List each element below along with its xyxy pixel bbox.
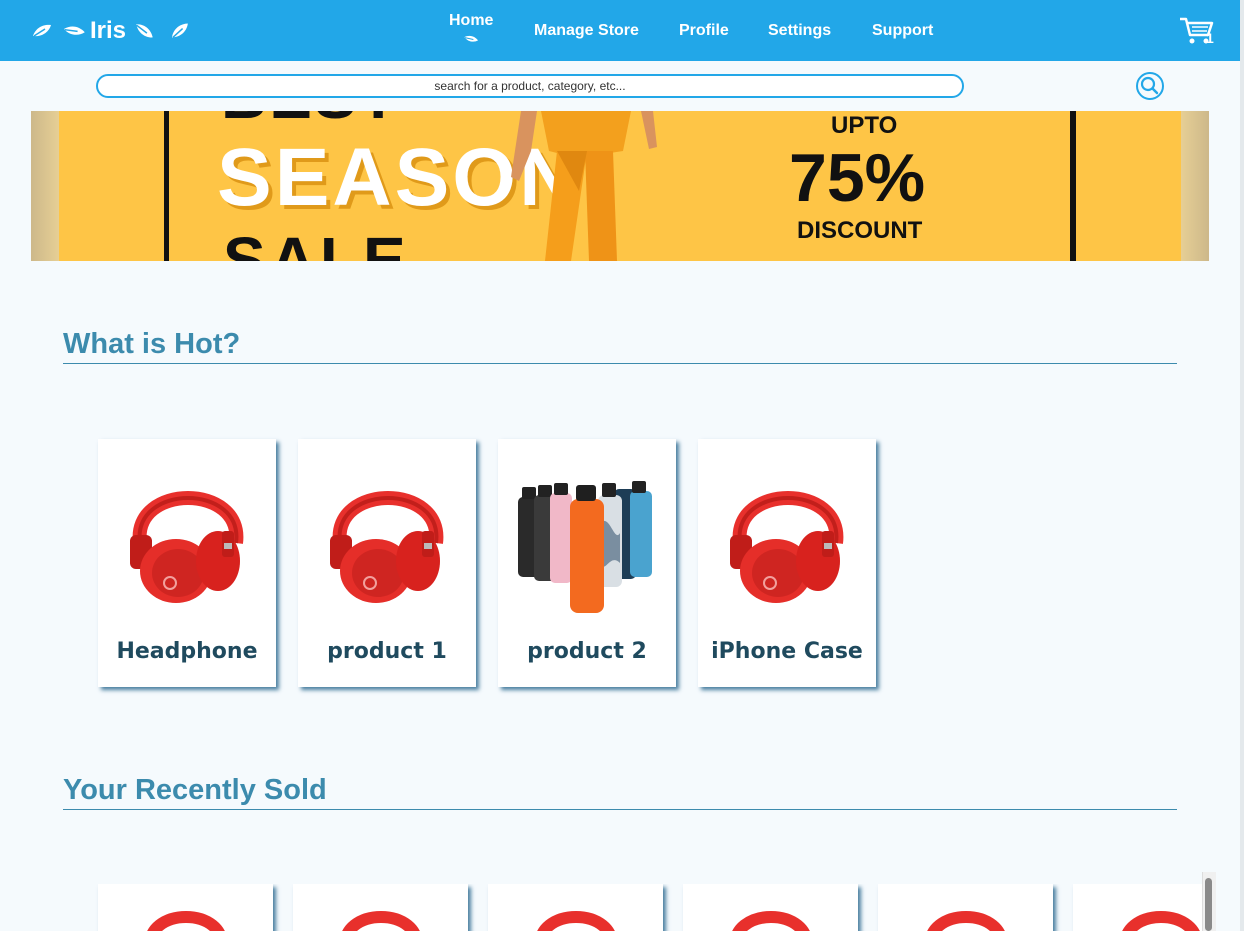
product-card-iphone-case[interactable]: iPhone Case [698,439,876,687]
leaf-icon [30,19,54,43]
leaf-icon [166,17,194,45]
banner-frame [164,111,169,261]
banner-discount: DISCOUNT [797,217,923,244]
banner-line-best: BEST [221,111,400,133]
nav-home-label: Home [449,12,494,29]
banner-model-image [511,111,657,261]
search-input[interactable] [96,74,964,98]
product-image [718,453,858,613]
banner-percent: 75% [789,140,926,216]
page-edge [1240,0,1244,931]
sold-card[interactable] [683,884,858,931]
nav-profile[interactable]: Profile [679,22,729,40]
product-card-product-2[interactable]: product 2 [498,439,676,687]
product-name: iPhone Case [711,639,863,664]
nav-settings[interactable]: Settings [768,22,831,40]
product-image [342,911,420,931]
product-card-headphone[interactable]: Headphone [98,439,276,687]
product-image [118,453,258,613]
product-card-product-1[interactable]: product 1 [298,439,476,687]
search-icon[interactable] [1135,71,1165,101]
banner-frame [1070,111,1076,261]
recently-sold-list [0,884,1215,931]
product-image [927,911,1005,931]
product-image [518,453,658,613]
nav-home[interactable]: Home [449,12,493,47]
product-image [1122,911,1200,931]
section-title-hot: What is Hot? [63,327,1177,364]
sold-card[interactable] [878,884,1053,931]
product-image [147,911,225,931]
product-name: product 2 [527,639,647,664]
product-image [537,911,615,931]
leaf-icon [129,16,160,47]
sold-card[interactable] [98,884,273,931]
nav-manage-store[interactable]: Manage Store [534,22,639,40]
cart-count-badge: 1 [1206,30,1214,46]
product-image [732,911,810,931]
product-name: Headphone [116,639,258,664]
product-image [318,453,458,613]
brand-name: Iris [90,17,127,44]
section-title-recently-sold: Your Recently Sold [63,773,1177,810]
top-nav-bar: Iris Home Manage Store Profile Settings … [0,0,1240,61]
brand-logo[interactable]: Iris [30,14,192,48]
search-bar-row [0,61,1240,111]
scrollbar-thumb[interactable] [1205,878,1212,931]
leaf-icon [461,31,481,47]
banner-upto: UPTO [831,112,898,139]
sold-card[interactable] [293,884,468,931]
sold-card[interactable] [1073,884,1215,931]
banner-line-sale: SALE [223,224,410,261]
product-name: product 1 [327,639,447,664]
sold-card[interactable] [488,884,663,931]
promo-banner[interactable]: BEST SEASON SALE UPTO 75% DISCOUNT [31,111,1209,261]
leaf-icon [57,14,91,48]
nav-support[interactable]: Support [872,22,933,40]
